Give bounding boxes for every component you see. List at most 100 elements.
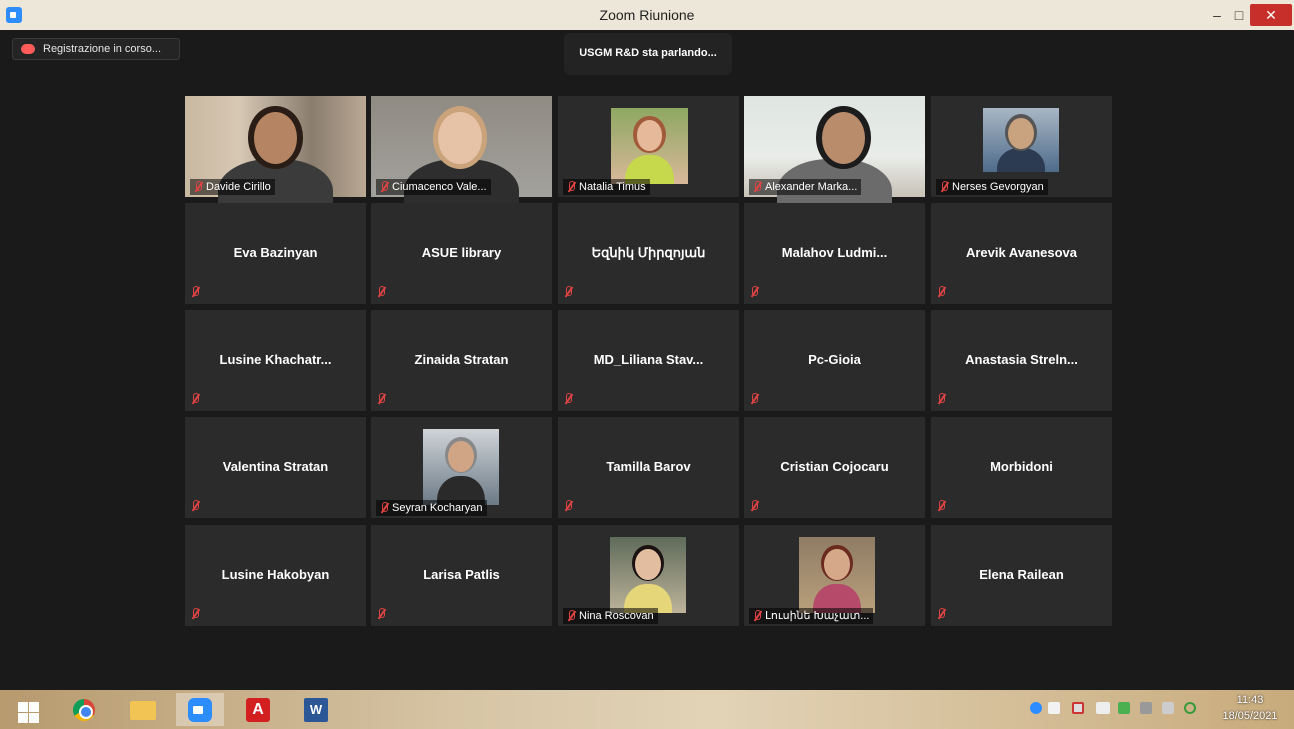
maximize-button[interactable]: □: [1228, 4, 1250, 26]
participant-tile[interactable]: Larisa Patlis: [371, 525, 552, 626]
taskbar-file-explorer[interactable]: [118, 693, 166, 726]
participant-name: Seyran Kocharyan: [376, 500, 487, 516]
participant-name: Եզնիկ Միրզոյան: [591, 245, 706, 260]
status-tray-icon[interactable]: [1184, 702, 1196, 714]
participant-tile[interactable]: Valentina Stratan: [185, 417, 366, 518]
participant-name: Pc-Gioia: [808, 352, 861, 367]
participant-tile[interactable]: Alexander Marka...: [744, 96, 925, 230]
volume-icon[interactable]: [1048, 702, 1060, 714]
participant-name: Larisa Patlis: [423, 567, 500, 582]
network-signal-icon[interactable]: [1096, 702, 1110, 714]
mic-muted-icon: [190, 393, 200, 405]
clock-time: 11:43: [1236, 694, 1264, 706]
mic-muted-icon: [563, 286, 573, 298]
participant-photo: [983, 108, 1059, 172]
taskbar-zoom[interactable]: [176, 693, 224, 726]
participant-name: Valentina Stratan: [222, 459, 329, 474]
minimize-button[interactable]: –: [1206, 4, 1228, 26]
participant-tile[interactable]: Nina Roscovan: [558, 525, 739, 626]
participant-tile[interactable]: MD_Liliana Stav...: [558, 310, 739, 411]
mic-muted-icon: [563, 500, 573, 512]
taskbar-acrobat[interactable]: A: [234, 693, 282, 726]
participant-tile[interactable]: Zinaida Stratan: [371, 310, 552, 411]
participant-name: Morbidoni: [990, 459, 1053, 474]
participant-tile[interactable]: Davide Cirillo: [185, 96, 366, 230]
participant-name: MD_Liliana Stav...: [593, 352, 704, 367]
participant-tile[interactable]: ASUE library: [371, 203, 552, 304]
mic-muted-icon: [749, 500, 759, 512]
start-button[interactable]: [2, 693, 50, 726]
participant-tile[interactable]: Cristian Cojocaru: [744, 417, 925, 518]
mic-muted-icon: [379, 181, 389, 193]
participant-tile[interactable]: Natalia Timus: [558, 96, 739, 197]
participant-name: Davide Cirillo: [190, 179, 275, 195]
mic-muted-icon: [376, 286, 386, 298]
mic-muted-icon: [379, 502, 389, 514]
folder-icon: [130, 701, 156, 720]
title-bar[interactable]: Zoom Riunione – □ ✕: [0, 0, 1294, 30]
participant-tile[interactable]: Malahov Ludmi...: [744, 203, 925, 304]
taskbar-chrome[interactable]: [60, 693, 108, 726]
window-title: Zoom Riunione: [599, 7, 695, 23]
participant-name: Arevik Avanesova: [965, 245, 1078, 260]
taskbar-clock[interactable]: 11:43 18/05/2021: [1212, 692, 1288, 724]
participant-tile[interactable]: Eva Bazinyan: [185, 203, 366, 304]
taskbar-word[interactable]: W: [292, 693, 340, 726]
participant-photo: [610, 537, 686, 613]
mic-muted-icon: [939, 181, 949, 193]
mic-muted-icon: [190, 500, 200, 512]
recording-badge[interactable]: Registrazione in corso...: [12, 38, 180, 60]
participant-tile[interactable]: Seyran Kocharyan: [371, 417, 552, 518]
action-center-icon[interactable]: [1072, 702, 1084, 714]
active-speaker-label: USGM R&D sta parlando...: [579, 47, 717, 59]
chrome-icon: [73, 699, 95, 721]
participant-tile[interactable]: Anastasia Streln...: [931, 310, 1112, 411]
acrobat-icon: A: [246, 698, 270, 722]
participant-name: Cristian Cojocaru: [780, 459, 889, 474]
participant-tile[interactable]: Pc-Gioia: [744, 310, 925, 411]
recording-label: Registrazione in corso...: [43, 43, 161, 55]
word-icon: W: [304, 698, 328, 722]
close-button[interactable]: ✕: [1250, 4, 1292, 26]
mic-muted-icon: [752, 610, 762, 622]
windows-logo-icon: [18, 702, 28, 712]
participant-name: Lusine Hakobyan: [221, 567, 330, 582]
participant-name: Eva Bazinyan: [233, 245, 318, 260]
participant-photo: [423, 429, 499, 505]
app-tray-icon[interactable]: [1118, 702, 1130, 714]
participant-tile[interactable]: Tamilla Barov: [558, 417, 739, 518]
cloud-recording-icon: [21, 44, 35, 54]
mic-muted-icon: [563, 393, 573, 405]
mic-muted-icon: [749, 286, 759, 298]
battery-icon[interactable]: [1162, 702, 1174, 714]
participant-tile[interactable]: Եզնիկ Միրզոյան: [558, 203, 739, 304]
participant-tile[interactable]: Elena Railean: [931, 525, 1112, 626]
participant-name: Lusine Khachatr...: [219, 352, 332, 367]
mic-muted-icon: [936, 500, 946, 512]
mic-muted-icon: [376, 608, 386, 620]
participant-tile[interactable]: Lusine Khachatr...: [185, 310, 366, 411]
participant-photo: [611, 108, 688, 184]
zoom-icon: [188, 698, 212, 722]
participant-tile[interactable]: Lusine Hakobyan: [185, 525, 366, 626]
participant-photo: [799, 537, 875, 613]
participant-name: Zinaida Stratan: [414, 352, 509, 367]
participant-name: Malahov Ludmi...: [781, 245, 888, 260]
zoom-window: Zoom Riunione – □ ✕ Registrazione in cor…: [0, 0, 1294, 690]
tools-tray-icon[interactable]: [1140, 702, 1152, 714]
participant-name: Tamilla Barov: [606, 459, 691, 474]
participant-tile[interactable]: Ciumacenco Vale...: [371, 96, 552, 230]
mic-muted-icon: [376, 393, 386, 405]
participant-name: Ciumacenco Vale...: [376, 179, 491, 195]
zoom-tray-icon[interactable]: [1030, 702, 1042, 714]
participant-name: Alexander Marka...: [749, 179, 862, 195]
mic-muted-icon: [190, 286, 200, 298]
participant-tile[interactable]: Nerses Gevorgyan: [931, 96, 1112, 197]
participant-tile[interactable]: Arevik Avanesova: [931, 203, 1112, 304]
mic-muted-icon: [566, 181, 576, 193]
clock-date: 18/05/2021: [1222, 710, 1278, 722]
participant-tile[interactable]: Լուսինե Խաչատ...: [744, 525, 925, 626]
participant-tile[interactable]: Morbidoni: [931, 417, 1112, 518]
participant-name: Nina Roscovan: [563, 608, 658, 624]
mic-muted-icon: [193, 181, 203, 193]
